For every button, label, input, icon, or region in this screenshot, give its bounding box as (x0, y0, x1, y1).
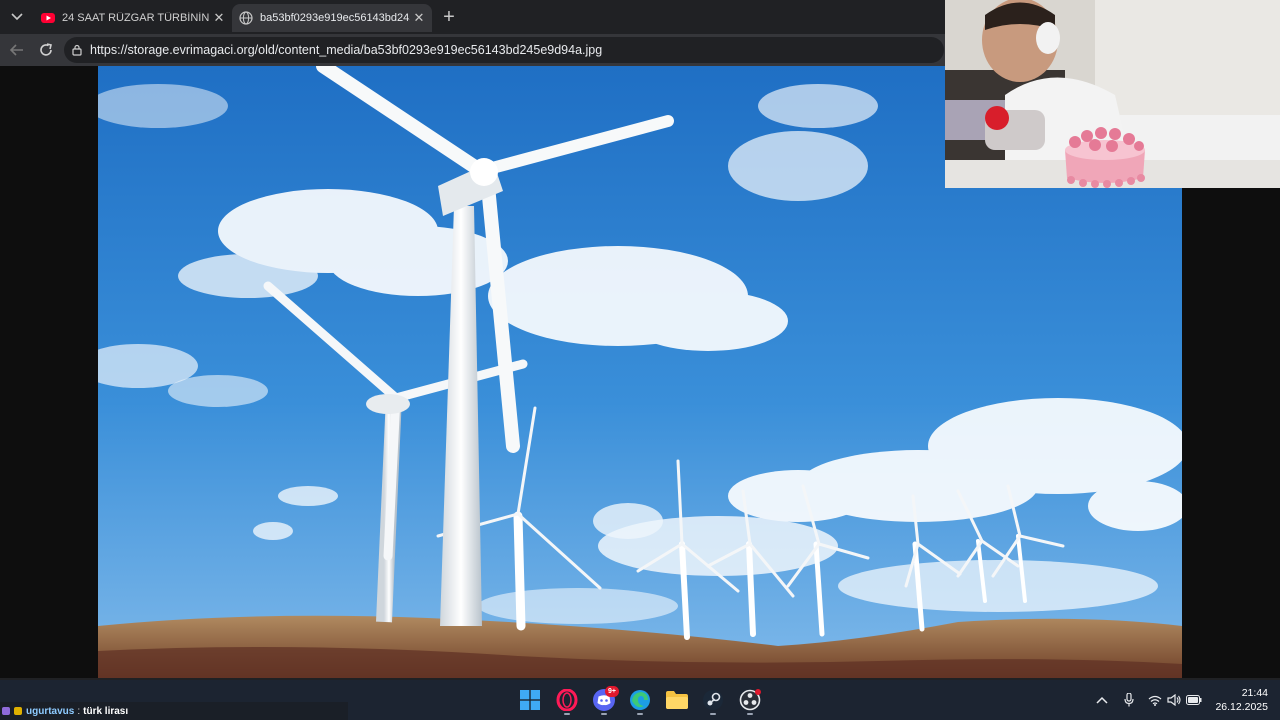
url-text: https://storage.evrimagaci.org/old/conte… (90, 43, 603, 57)
running-indicator (637, 713, 643, 715)
running-indicator (747, 713, 753, 715)
new-tab-button[interactable]: + (438, 5, 460, 28)
chat-username: ugurtavus (26, 705, 75, 717)
close-icon[interactable]: ✕ (410, 9, 428, 27)
chat-separator: : (77, 705, 81, 717)
reload-icon (40, 43, 52, 56)
edge-icon[interactable] (628, 688, 652, 712)
plus-icon: + (443, 5, 455, 28)
running-indicator (710, 713, 716, 715)
site-info-icon[interactable] (70, 44, 84, 56)
youtube-icon (40, 10, 56, 26)
volume-icon[interactable] (1165, 691, 1183, 709)
battery-icon[interactable] (1185, 691, 1203, 709)
wifi-icon[interactable] (1146, 691, 1164, 709)
file-explorer-icon[interactable] (665, 688, 689, 712)
close-icon[interactable]: ✕ (210, 9, 228, 27)
address-bar[interactable]: https://storage.evrimagaci.org/old/conte… (64, 37, 944, 63)
reload-button[interactable] (35, 39, 57, 61)
running-indicator (601, 713, 607, 715)
discord-badge: 9+ (605, 686, 619, 697)
steam-icon[interactable] (701, 688, 725, 712)
webcam-overlay (945, 0, 1280, 188)
clock-date: 26.12.2025 (1215, 701, 1268, 713)
arrow-left-icon (10, 44, 23, 56)
tab-image[interactable]: ba53bf0293e919ec56143bd245e9 ✕ (232, 4, 432, 32)
microphone-icon[interactable] (1120, 691, 1138, 709)
clock-time: 21:44 (1241, 687, 1268, 699)
chevron-up-icon[interactable] (1093, 691, 1111, 709)
gift-badge-icon (14, 707, 22, 715)
tab-youtube[interactable]: 24 SAAT RÜZGAR TÜRBİNİNDE MA ✕ (34, 4, 232, 32)
webcam-feed (945, 0, 1280, 188)
globe-icon (238, 10, 254, 26)
opera-gx-icon[interactable] (555, 688, 579, 712)
stream-chat-line: ugurtavus : türk lirası (0, 702, 348, 720)
windows-start-icon[interactable] (518, 688, 542, 712)
back-button[interactable] (6, 39, 28, 61)
tab-title: 24 SAAT RÜZGAR TÜRBİNİNDE MA (62, 12, 210, 24)
chat-message: türk lirası (83, 705, 129, 717)
chevron-down-icon (11, 13, 23, 21)
system-clock[interactable]: 21:44 26.12.2025 (1206, 686, 1268, 714)
moderator-badge-icon (2, 707, 10, 715)
obs-icon[interactable] (738, 688, 762, 712)
running-indicator (564, 713, 570, 715)
tab-title: ba53bf0293e919ec56143bd245e9 (260, 12, 410, 24)
tab-search-button[interactable] (6, 7, 28, 27)
